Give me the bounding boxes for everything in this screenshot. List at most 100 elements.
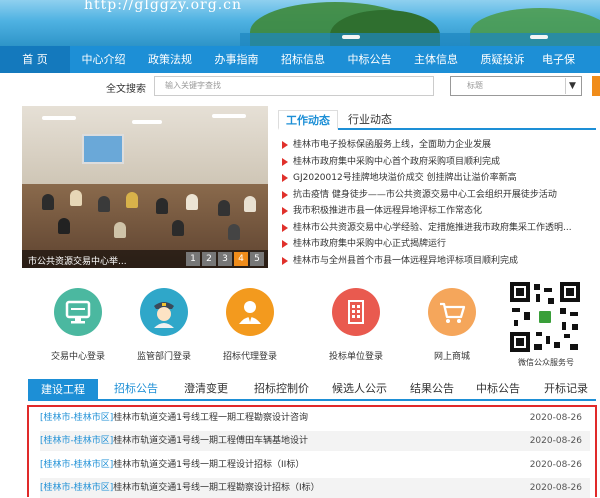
search-field-value: 标题	[467, 81, 483, 90]
search-field-select[interactable]: 标题 ▼	[450, 76, 582, 96]
tab-control-price[interactable]: 招标控制价	[254, 379, 309, 399]
news-item[interactable]: 桂林市电子投标保函服务上线，全面助力企业发展	[282, 137, 596, 154]
search-input[interactable]: 输入关键字查找	[154, 76, 434, 96]
nav-item-policy[interactable]: 政策法规	[137, 46, 203, 73]
wechat-logo-icon	[537, 309, 553, 325]
quick-link-label: 招标代理登录	[222, 352, 277, 362]
nav-item-guide[interactable]: 办事指南	[203, 46, 270, 73]
project-region: [桂林市-桂林市区]	[40, 460, 114, 470]
quick-link-label: 监管部门登录	[136, 352, 191, 362]
nav-item-award-notice[interactable]: 中标公告	[336, 46, 403, 73]
project-date: 2020-08-26	[529, 413, 582, 423]
nav-item-complaint[interactable]: 质疑投诉	[469, 46, 536, 73]
project-title: 桂林市轨道交通1号线一期工程傅田车辆基地设计	[113, 436, 309, 446]
bullet-arrow-icon	[282, 190, 288, 199]
nav-item-home[interactable]: 首 页	[0, 46, 70, 73]
project-title: 桂林市轨道交通1号线工程一期工程勘察设计咨询	[113, 413, 309, 423]
project-region: [桂林市-桂林市区]	[40, 413, 114, 423]
slide-page-1[interactable]: 1	[186, 252, 200, 266]
project-date: 2020-08-26	[529, 436, 582, 446]
header-banner: http://glggzy.org.cn	[0, 0, 600, 46]
project-date: 2020-08-26	[529, 483, 582, 493]
ceiling-light	[132, 120, 162, 124]
audience-person	[218, 200, 230, 216]
audience-person	[70, 190, 82, 206]
slide-page-3[interactable]: 3	[218, 252, 232, 266]
news-item[interactable]: 桂林市与全州县首个市县一体远程异地评标项目顺利完成	[282, 253, 596, 270]
monitor-icon	[54, 288, 102, 336]
search-label: 全文搜索	[106, 84, 146, 95]
building-icon	[332, 288, 380, 336]
news-tabs: 工作动态 行业动态	[278, 110, 596, 130]
tab-work-news[interactable]: 工作动态	[278, 110, 338, 130]
project-title: 桂林市轨道交通1号线一期工程勘察设计招标（I标）	[113, 483, 320, 493]
bullet-arrow-icon	[282, 223, 288, 232]
slide-page-4[interactable]: 4	[234, 252, 248, 266]
chevron-down-icon: ▼	[565, 78, 579, 94]
bullet-arrow-icon	[282, 157, 288, 166]
search-bar: 全文搜索 输入关键字查找 标题 ▼	[0, 73, 600, 100]
main-nav: 首 页 中心介绍 政策法规 办事指南 招标信息 中标公告 主体信息 质疑投诉 电…	[0, 46, 600, 73]
quick-link-trade-center[interactable]: 交易中心登录	[38, 282, 118, 362]
audience-person	[114, 222, 126, 238]
tab-construction[interactable]: 建设工程	[28, 379, 98, 401]
slide-page-2[interactable]: 2	[202, 252, 216, 266]
bullet-arrow-icon	[282, 256, 288, 265]
quick-link-label: 网上商城	[433, 352, 470, 362]
quick-link-bidder[interactable]: 投标单位登录	[316, 282, 396, 362]
news-item[interactable]: 抗击疫情 健身徒步——市公共资源交易中心工会组织开展徒步活动	[282, 187, 596, 204]
audience-person	[156, 198, 168, 214]
project-region: [桂林市-桂林市区]	[40, 483, 114, 493]
banner-boat	[530, 35, 548, 39]
tab-result[interactable]: 结果公告	[410, 379, 454, 399]
project-region: [桂林市-桂林市区]	[40, 436, 114, 446]
audience-person	[172, 220, 184, 236]
project-row[interactable]: [桂林市-桂林市区]桂林市轨道交通1号线一期工程傅田车辆基地设计 2020-08…	[40, 431, 590, 451]
news-item[interactable]: 桂林市政府集中采购中心正式揭牌运行	[282, 236, 596, 253]
news-item[interactable]: 桂林市政府集中采购中心首个政府采购项目顺利完成	[282, 154, 596, 171]
search-button[interactable]	[592, 76, 600, 96]
news-item[interactable]: GJ2020012号挂牌地块溢价成交 创挂牌出让溢价率新高	[282, 170, 596, 187]
nav-item-e-guarantee[interactable]: 电子保	[536, 46, 600, 73]
site-url: http://glggzy.org.cn	[84, 0, 243, 13]
tab-industry-news[interactable]: 行业动态	[348, 110, 392, 130]
projector-screen	[82, 134, 124, 164]
quick-link-regulator[interactable]: 监管部门登录	[124, 282, 204, 362]
audience-person	[244, 196, 256, 212]
project-row[interactable]: [桂林市-桂林市区]桂林市轨道交通1号线一期工程勘察设计招标（I标） 2020-…	[40, 478, 590, 498]
slideshow-caption[interactable]: 市公共资源交易中心举...	[28, 254, 127, 267]
project-date: 2020-08-26	[529, 460, 582, 470]
news-slideshow[interactable]: 市公共资源交易中心举... 1 2 3 4 5	[22, 106, 268, 268]
audience-person	[126, 192, 138, 208]
project-row[interactable]: [桂林市-桂林市区]桂林市轨道交通1号线一期工程设计招标（II标） 2020-0…	[40, 455, 590, 475]
quick-link-label: 投标单位登录	[328, 352, 383, 362]
audience-person	[42, 194, 54, 210]
qr-label: 微信公众服务号	[518, 358, 574, 367]
nav-item-entity-info[interactable]: 主体信息	[403, 46, 469, 73]
wechat-qr-code	[510, 282, 580, 352]
slide-page-5[interactable]: 5	[250, 252, 264, 266]
tab-candidate[interactable]: 候选人公示	[332, 379, 387, 399]
audience-person	[98, 196, 110, 212]
nav-item-about[interactable]: 中心介绍	[70, 46, 137, 73]
audience-person	[186, 194, 198, 210]
quick-link-online-mall[interactable]: 网上商城	[412, 282, 492, 362]
tab-award[interactable]: 中标公告	[476, 379, 520, 399]
news-list: 桂林市电子投标保函服务上线，全面助力企业发展 桂林市政府集中采购中心首个政府采购…	[282, 137, 596, 269]
ceiling-light	[42, 116, 76, 120]
bullet-arrow-icon	[282, 240, 288, 248]
tab-tender-notice[interactable]: 招标公告	[114, 379, 158, 401]
quick-link-agent[interactable]: 招标代理登录	[210, 282, 290, 362]
audience-person	[58, 218, 70, 234]
banner-boat	[342, 35, 360, 39]
project-row[interactable]: [桂林市-桂林市区]桂林市轨道交通1号线工程一期工程勘察设计咨询 2020-08…	[40, 408, 590, 428]
bullet-arrow-icon	[282, 174, 288, 182]
ceiling-light	[212, 114, 246, 118]
nav-item-tender-info[interactable]: 招标信息	[270, 46, 336, 73]
news-item[interactable]: 我市积极推进市县一体远程异地评标工作常态化	[282, 203, 596, 220]
news-item[interactable]: 桂林市公共资源交易中心学经验、定措施推进我市政府集采工作透明...	[282, 220, 596, 237]
slideshow-caption-bar: 市公共资源交易中心举... 1 2 3 4 5	[22, 250, 268, 268]
tab-clarification[interactable]: 澄清变更	[184, 379, 228, 399]
project-title: 桂林市轨道交通1号线一期工程设计招标（II标）	[113, 460, 305, 470]
tab-bid-opening[interactable]: 开标记录	[544, 379, 588, 399]
